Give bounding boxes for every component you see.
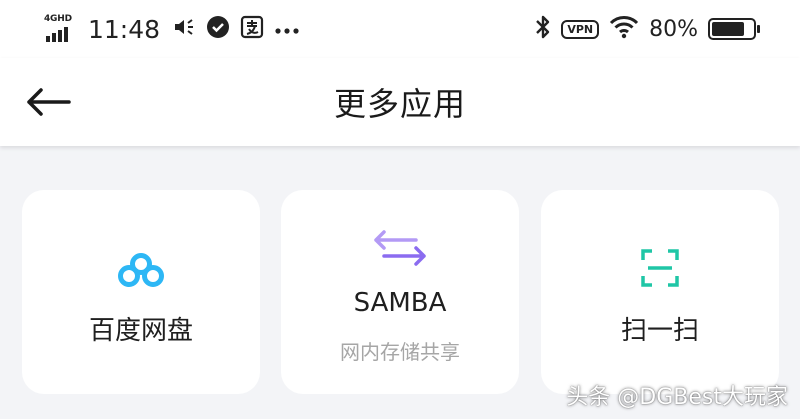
app-header: 更多应用 [0, 58, 800, 146]
app-label-samba: SAMBA [353, 288, 447, 318]
battery-fill [712, 22, 744, 36]
back-button[interactable] [22, 80, 74, 124]
watermark: 头条 @DGBest大玩家 [566, 385, 788, 410]
back-arrow-icon [27, 88, 71, 116]
wifi-icon [609, 15, 639, 43]
page-title: 更多应用 [333, 85, 466, 123]
app-card-scan[interactable]: 扫一扫 [541, 190, 779, 394]
app-label-scan: 扫一扫 [620, 316, 699, 346]
battery-icon [708, 18, 760, 40]
status-right: VPN 80% [535, 14, 760, 44]
more-dots-icon [274, 20, 300, 39]
signal-icon: 4GHD [44, 14, 78, 44]
clock: 11:48 [88, 14, 161, 44]
battery-percent: 80% [649, 16, 698, 42]
app-card-baidu-netdisk[interactable]: 百度网盘 [22, 190, 260, 394]
status-bar: 4GHD 11:48 VPN 80% [0, 0, 800, 58]
bluetooth-icon [535, 14, 551, 44]
swap-arrows-icon [281, 228, 519, 268]
check-circle-icon [206, 15, 230, 43]
app-label-baidu-netdisk: 百度网盘 [88, 316, 193, 346]
app-card-samba[interactable]: SAMBA 网内存储共享 [281, 190, 519, 394]
network-type: 4GHD [44, 14, 72, 24]
status-left: 4GHD 11:48 [44, 14, 310, 44]
baidu-netdisk-icon [22, 252, 260, 288]
volume-icon [172, 15, 196, 43]
scan-icon [541, 248, 779, 288]
alipay-icon [240, 15, 264, 43]
app-sublabel-samba: 网内存储共享 [340, 340, 460, 364]
vpn-icon: VPN [561, 19, 600, 39]
